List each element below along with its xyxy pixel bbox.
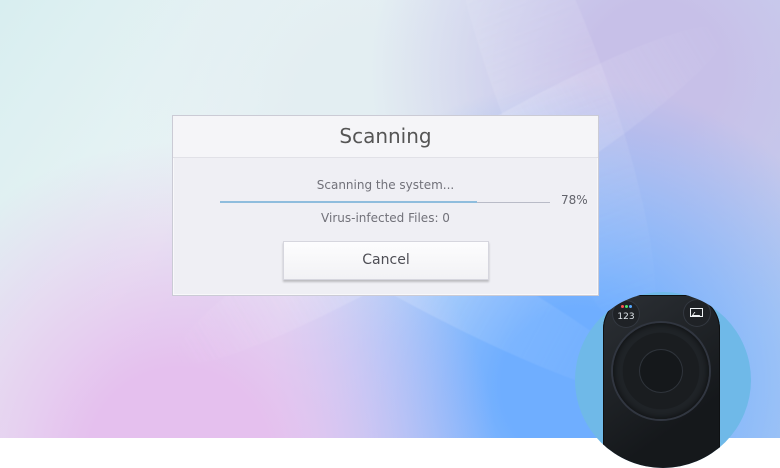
scan-dialog: Scanning Scanning the system... 78% Viru… [172,115,599,296]
number-button[interactable]: 123 [613,301,639,327]
remote-control-badge: 123 [575,292,751,468]
dialog-title: Scanning [173,116,598,158]
blue-dot-icon [629,305,632,308]
ambient-mode-button[interactable] [684,300,710,326]
cancel-button[interactable]: Cancel [283,241,489,280]
scan-status: Scanning the system... [316,178,455,192]
green-dot-icon [625,305,628,308]
virus-infected-files: Virus-infected Files: 0 [321,211,450,225]
remote-control: 123 [603,295,720,468]
scan-progress-fill [220,201,478,203]
scan-progress-bar [220,201,550,203]
red-dot-icon [621,305,624,308]
number-button-label: 123 [617,312,635,322]
directional-pad[interactable] [613,323,709,419]
select-button[interactable] [640,350,682,392]
picture-icon [690,308,703,317]
scan-progress-percent: 78% [561,193,588,207]
